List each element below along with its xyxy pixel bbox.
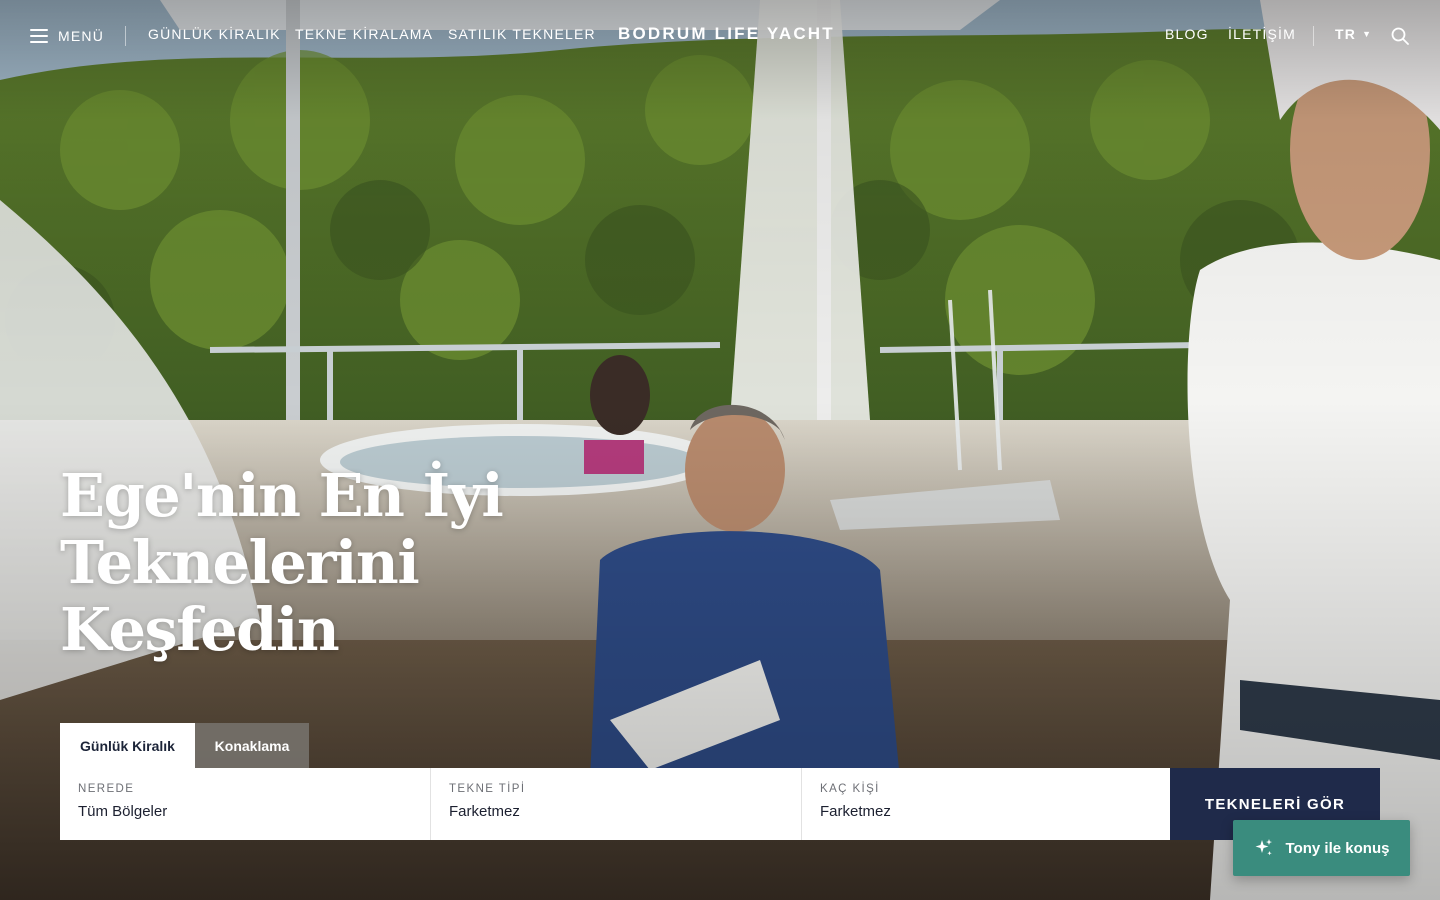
nav-divider [1313, 26, 1314, 46]
chat-label: Tony ile konuş [1285, 839, 1390, 857]
headline-line: Ege'nin En İyi [60, 461, 504, 530]
field-label: KAÇ KİŞİ [820, 783, 880, 795]
field-label: NEREDE [78, 783, 135, 795]
headline-line: Keşfedin [60, 595, 340, 664]
headline-line: Teknelerini [60, 528, 420, 597]
hamburger-icon [30, 29, 48, 43]
field-value: Farketmez [449, 803, 520, 820]
menu-label: MENÜ [58, 28, 105, 44]
search-icon[interactable] [1391, 27, 1409, 45]
nav-link-gunluk-kiralik[interactable]: GÜNLÜK KİRALIK [148, 26, 281, 42]
site-header: MENÜ GÜNLÜK KİRALIK TEKNE KİRALAMA SATIL… [0, 0, 1440, 72]
search-tabs: Günlük Kiralık Konaklama [60, 723, 309, 768]
field-value: Farketmez [820, 803, 891, 820]
field-value: Tüm Bölgeler [78, 803, 168, 820]
tab-gunluk-kiralik[interactable]: Günlük Kiralık [60, 723, 195, 768]
location-select[interactable]: NEREDE Tüm Bölgeler [60, 768, 430, 840]
nav-link-tekne-kiralama[interactable]: TEKNE KİRALAMA [295, 26, 433, 42]
guest-count-select[interactable]: KAÇ KİŞİ Farketmez [801, 768, 1170, 840]
chat-widget-button[interactable]: Tony ile konuş [1233, 820, 1410, 876]
tab-konaklama[interactable]: Konaklama [195, 723, 309, 768]
nav-link-iletisim[interactable]: İLETİŞİM [1228, 26, 1296, 42]
field-label: TEKNE TİPİ [449, 783, 526, 795]
language-selector[interactable]: TR ▼ [1335, 26, 1371, 42]
search-form: NEREDE Tüm Bölgeler TEKNE TİPİ Farketmez… [60, 768, 1170, 840]
caret-down-icon: ▼ [1362, 29, 1371, 39]
nav-link-blog[interactable]: BLOG [1165, 26, 1209, 42]
menu-button[interactable]: MENÜ [30, 24, 104, 48]
nav-divider [125, 26, 126, 46]
sparkle-icon [1255, 839, 1272, 856]
hero-headline: Ege'nin En İyi Teknelerini Keşfedin [60, 462, 540, 663]
boat-type-select[interactable]: TEKNE TİPİ Farketmez [430, 768, 801, 840]
language-code: TR [1335, 26, 1357, 42]
brand-logo[interactable]: BODRUM LIFE YACHT [618, 24, 835, 44]
nav-link-satilik-tekneler[interactable]: SATILIK TEKNELER [448, 26, 596, 42]
